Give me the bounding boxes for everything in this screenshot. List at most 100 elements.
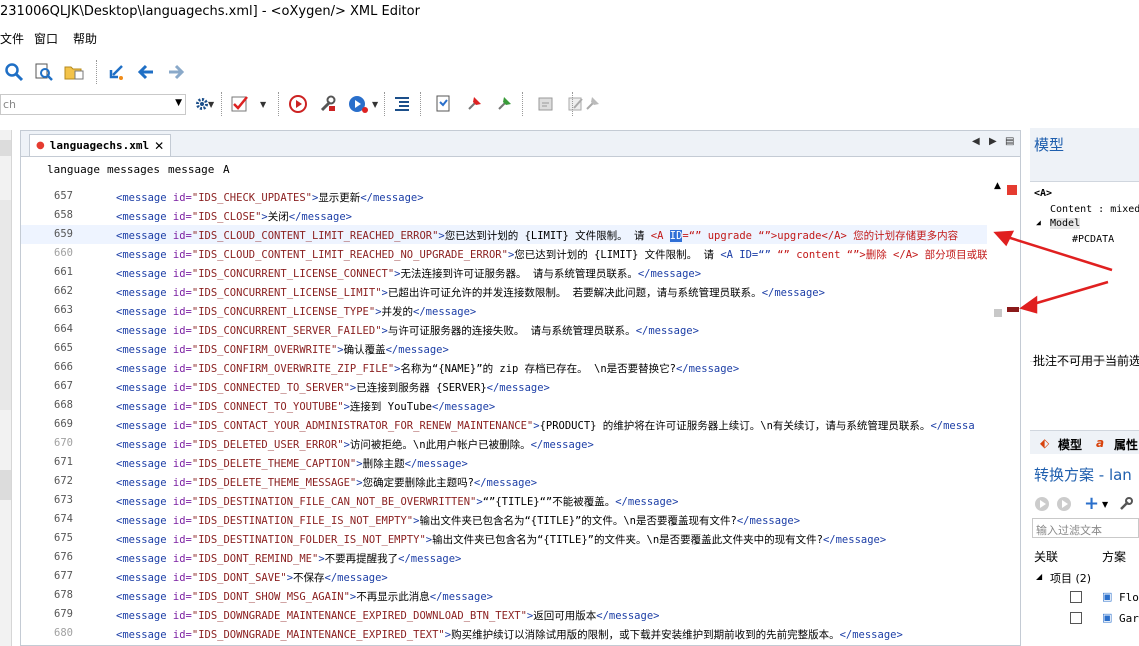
code-text[interactable]: <message id="IDS_DESTINATION_FILE_CAN_NO… bbox=[116, 494, 678, 509]
code-text[interactable]: <message id="IDS_DONT_SAVE">不保存</message… bbox=[116, 570, 388, 585]
code-text[interactable]: <message id="IDS_DESTINATION_FOLDER_IS_N… bbox=[116, 532, 886, 547]
close-icon[interactable]: ✕ bbox=[154, 139, 164, 153]
wrench-icon[interactable] bbox=[1118, 496, 1134, 515]
validate-check-icon[interactable] bbox=[228, 92, 252, 116]
pin-green-icon[interactable] bbox=[492, 92, 516, 116]
panel-tab-handle[interactable] bbox=[0, 140, 11, 156]
code-text[interactable]: <message id="IDS_CHECK_UPDATES">显示更新</me… bbox=[116, 190, 424, 205]
code-text[interactable]: <message id="IDS_CONFIRM_OVERWRITE">确认覆盖… bbox=[116, 342, 449, 357]
scenario-checkbox[interactable] bbox=[1070, 591, 1082, 603]
tab-list-icon[interactable]: ▤ bbox=[1005, 136, 1014, 147]
search-combo[interactable]: ch ▼ bbox=[0, 94, 186, 115]
scroll-thumb[interactable] bbox=[994, 309, 1002, 317]
code-line[interactable]: 669 <message id="IDS_CONTACT_YOUR_ADMINIS… bbox=[21, 415, 987, 434]
code-line[interactable]: 680 <message id="IDS_DOWNGRADE_MAINTENANC… bbox=[21, 624, 987, 643]
tree-expand-icon[interactable]: ◢ bbox=[1036, 218, 1041, 227]
code-line[interactable]: 671 <message id="IDS_DELETE_THEME_CAPTION… bbox=[21, 453, 987, 472]
code-line[interactable]: 667 <message id="IDS_CONNECTED_TO_SERVER"… bbox=[21, 377, 987, 396]
tab-scroll-left-icon[interactable]: ◀ bbox=[972, 136, 980, 147]
code-text[interactable]: <message id="IDS_CONCURRENT_LICENSE_TYPE… bbox=[116, 304, 476, 319]
add-scenario-icon[interactable]: + bbox=[1084, 493, 1099, 514]
code-line[interactable]: 658 <message id="IDS_CLOSE">关闭</message> bbox=[21, 206, 987, 225]
validate-dropdown-caret[interactable]: ▼ bbox=[260, 100, 266, 109]
debug-scenario-icon[interactable] bbox=[1056, 496, 1072, 515]
find-in-files-icon[interactable] bbox=[32, 60, 56, 84]
code-line[interactable]: 664 <message id="IDS_CONCURRENT_SERVER_FA… bbox=[21, 320, 987, 339]
error-status-marker[interactable] bbox=[1007, 185, 1017, 195]
search-icon[interactable] bbox=[2, 60, 26, 84]
menu-window[interactable]: 窗口 bbox=[34, 30, 58, 47]
code-area[interactable]: 657 <message id="IDS_CHECK_UPDATES">显示更新<… bbox=[21, 187, 987, 645]
open-folder-icon[interactable] bbox=[62, 60, 86, 84]
code-line[interactable]: 660 <message id="IDS_CLOUD_CONTENT_LIMIT_… bbox=[21, 244, 987, 263]
scenario-group[interactable]: 项目 (2) bbox=[1050, 570, 1091, 586]
code-text[interactable]: <message id="IDS_DESTINATION_FILE_IS_NOT… bbox=[116, 513, 800, 528]
code-line[interactable]: 679 <message id="IDS_DOWNGRADE_MAINTENANC… bbox=[21, 605, 987, 624]
breadcrumb-item-message[interactable]: message bbox=[168, 163, 214, 176]
chevron-down-icon[interactable]: ▼ bbox=[175, 98, 182, 108]
scenario-item[interactable]: Flo bbox=[1119, 591, 1139, 604]
code-text[interactable]: <message id="IDS_CONNECT_TO_YOUTUBE">连接到… bbox=[116, 399, 495, 414]
scroll-up-icon[interactable]: ▲ bbox=[994, 181, 1001, 191]
scenario-item[interactable]: Gar bbox=[1119, 612, 1139, 625]
code-line[interactable]: 675 <message id="IDS_DESTINATION_FOLDER_I… bbox=[21, 529, 987, 548]
code-text[interactable]: <message id="IDS_DOWNGRADE_MAINTENANCE_E… bbox=[116, 627, 903, 642]
code-line[interactable]: 678 <message id="IDS_DONT_SHOW_MSG_AGAIN"… bbox=[21, 586, 987, 605]
pin-red-icon[interactable] bbox=[462, 92, 486, 116]
scenario-filter-input[interactable]: 输入过滤文本 bbox=[1032, 518, 1139, 538]
code-text[interactable]: <message id="IDS_DONT_SHOW_MSG_AGAIN">不再… bbox=[116, 589, 493, 604]
code-text[interactable]: <message id="IDS_CLOUD_CONTENT_LIMIT_REA… bbox=[116, 228, 958, 243]
code-line[interactable]: 665 <message id="IDS_CONFIRM_OVERWRITE">确… bbox=[21, 339, 987, 358]
model-node[interactable]: Model bbox=[1050, 218, 1081, 229]
run-scenario-icon[interactable] bbox=[1034, 496, 1050, 515]
error-marker[interactable] bbox=[1007, 307, 1019, 312]
tab-attributes[interactable]: 属性 bbox=[1114, 436, 1138, 453]
tag-icon[interactable] bbox=[580, 92, 604, 116]
code-line[interactable]: 659 <message id="IDS_CLOUD_CONTENT_LIMIT_… bbox=[21, 225, 987, 244]
code-line[interactable]: 674 <message id="IDS_DESTINATION_FILE_IS_… bbox=[21, 510, 987, 529]
code-text[interactable]: <message id="IDS_CONCURRENT_LICENSE_LIMI… bbox=[116, 285, 825, 300]
breadcrumb-item-messages[interactable]: messages bbox=[107, 163, 160, 176]
panel-tab-handle[interactable] bbox=[0, 470, 11, 500]
debug-run-icon[interactable] bbox=[346, 92, 370, 116]
format-indent-icon[interactable] bbox=[390, 92, 414, 116]
panel-scroll-track[interactable] bbox=[0, 200, 11, 410]
gear-dropdown-caret[interactable]: ▼ bbox=[208, 100, 214, 109]
breadcrumb-item-a[interactable]: A bbox=[223, 163, 230, 176]
breadcrumb-item-language[interactable]: language bbox=[47, 163, 100, 176]
scenario-checkbox[interactable] bbox=[1070, 612, 1082, 624]
code-text[interactable]: <message id="IDS_CONTACT_YOUR_ADMINISTRA… bbox=[116, 418, 975, 433]
tab-scroll-right-icon[interactable]: ▶ bbox=[989, 136, 997, 147]
code-text[interactable]: <message id="IDS_CONFIRM_OVERWRITE_ZIP_F… bbox=[116, 361, 739, 376]
run-transformation-icon[interactable] bbox=[286, 92, 310, 116]
code-text[interactable]: <message id="IDS_DELETED_USER_ERROR">访问被… bbox=[116, 437, 594, 452]
column-association[interactable]: 关联 bbox=[1034, 548, 1058, 565]
forward-arrow-icon[interactable] bbox=[164, 60, 188, 84]
xpath-icon[interactable] bbox=[432, 92, 456, 116]
debug-dropdown-caret[interactable]: ▼ bbox=[372, 100, 378, 109]
code-text[interactable]: <message id="IDS_CONCURRENT_SERVER_FAILE… bbox=[116, 323, 699, 338]
code-line[interactable]: 666 <message id="IDS_CONFIRM_OVERWRITE_ZI… bbox=[21, 358, 987, 377]
code-text[interactable]: <message id="IDS_CLOUD_CONTENT_LIMIT_REA… bbox=[116, 247, 987, 262]
code-line[interactable]: 670 <message id="IDS_DELETED_USER_ERROR">… bbox=[21, 434, 987, 453]
back-arrow-icon[interactable] bbox=[134, 60, 158, 84]
tab-model[interactable]: 模型 bbox=[1058, 436, 1082, 453]
comment-icon[interactable] bbox=[534, 92, 558, 116]
code-line[interactable]: 663 <message id="IDS_CONCURRENT_LICENSE_T… bbox=[21, 301, 987, 320]
code-text[interactable]: <message id="IDS_DELETE_THEME_CAPTION">删… bbox=[116, 456, 468, 471]
code-line[interactable]: 661 <message id="IDS_CONCURRENT_LICENSE_C… bbox=[21, 263, 987, 282]
code-line[interactable]: 662 <message id="IDS_CONCURRENT_LICENSE_L… bbox=[21, 282, 987, 301]
menu-file[interactable]: 文件 bbox=[0, 30, 24, 47]
menu-help[interactable]: 帮助 bbox=[73, 30, 97, 47]
group-expand-icon[interactable]: ◢ bbox=[1036, 572, 1042, 581]
code-line[interactable]: 668 <message id="IDS_CONNECT_TO_YOUTUBE">… bbox=[21, 396, 987, 415]
code-text[interactable]: <message id="IDS_DELETE_THEME_MESSAGE">您… bbox=[116, 475, 537, 490]
code-text[interactable]: <message id="IDS_DONT_REMIND_ME">不要再提醒我了… bbox=[116, 551, 461, 566]
code-line[interactable]: 677 <message id="IDS_DONT_SAVE">不保存</mess… bbox=[21, 567, 987, 586]
code-line[interactable]: 676 <message id="IDS_DONT_REMIND_ME">不要再提… bbox=[21, 548, 987, 567]
add-dropdown-caret[interactable]: ▼ bbox=[1102, 500, 1108, 509]
code-line[interactable]: 672 <message id="IDS_DELETE_THEME_MESSAGE… bbox=[21, 472, 987, 491]
code-text[interactable]: <message id="IDS_CLOSE">关闭</message> bbox=[116, 209, 352, 224]
column-scenario[interactable]: 方案 bbox=[1102, 548, 1126, 565]
code-line[interactable]: 673 <message id="IDS_DESTINATION_FILE_CAN… bbox=[21, 491, 987, 510]
